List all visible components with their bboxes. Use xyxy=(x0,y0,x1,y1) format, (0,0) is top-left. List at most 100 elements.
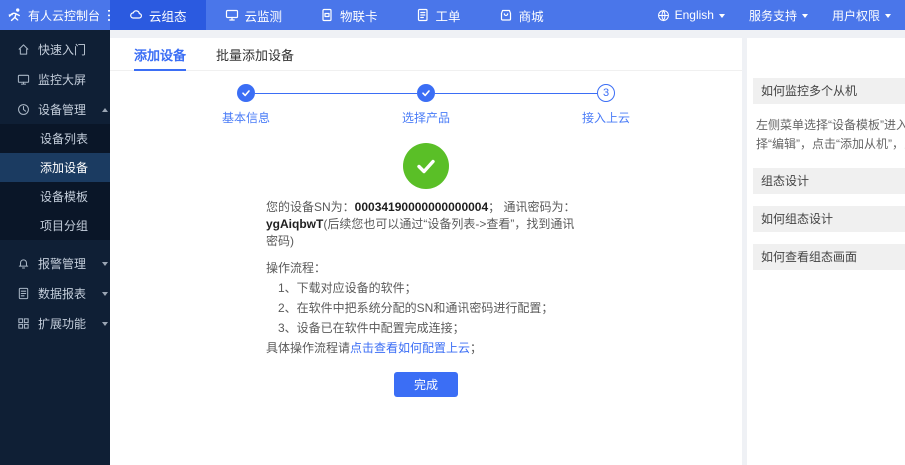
nav-item-iot-card[interactable]: 物联卡 xyxy=(301,0,397,30)
language-switcher[interactable]: English xyxy=(657,8,725,22)
step-number: 3 xyxy=(597,84,615,102)
header-right: English 服务支持 用户权限 xyxy=(657,7,905,24)
result-block: 您的设备SN为：00034190000000000004； 通讯密码为：ygAi… xyxy=(266,199,586,357)
nav-label: 商城 xyxy=(519,6,544,25)
chevron-down-icon xyxy=(802,14,808,18)
tab-label: 添加设备 xyxy=(134,45,186,64)
sidebar-item-label: 设备管理 xyxy=(38,101,86,118)
sidebar-subitem-label: 设备列表 xyxy=(40,130,88,147)
logo-runner-icon xyxy=(7,7,23,23)
store-icon xyxy=(499,8,513,22)
tab-label: 批量添加设备 xyxy=(216,45,294,64)
step-select-product: 选择产品 xyxy=(336,84,516,126)
support-label: 服务支持 xyxy=(749,7,797,24)
sidebar-item-quick-start[interactable]: 快速入门 xyxy=(0,34,110,64)
sidebar-item-label: 报警管理 xyxy=(38,255,86,272)
flow-step-2: 2、在软件中把系统分配的SN和通讯密码进行配置； xyxy=(266,300,586,317)
sidebar-item-device-management[interactable]: 设备管理 xyxy=(0,94,110,124)
app-root: 有人云控制台 云组态 xyxy=(0,0,905,465)
sidebar-item-monitor-screen[interactable]: 监控大屏 xyxy=(0,64,110,94)
step-connect-cloud: 3 接入上云 xyxy=(516,84,696,126)
detail-prefix: 具体操作流程请 xyxy=(266,341,350,355)
flow-step-3: 3、设备已在软件中配置完成连接； xyxy=(266,320,586,337)
detail-suffix: ； xyxy=(470,341,482,355)
sidebar-subitem-device-template[interactable]: 设备模板 xyxy=(0,182,110,211)
top-header: 有人云控制台 云组态 xyxy=(0,0,905,30)
report-icon xyxy=(17,287,30,300)
big-screen-icon xyxy=(17,73,30,86)
tab-batch-add-device[interactable]: 批量添加设备 xyxy=(216,38,294,70)
content-area: 添加设备 批量添加设备 基本信息 xyxy=(110,30,905,465)
nav-label: 云监测 xyxy=(245,6,283,25)
help-item-body: 左侧菜单选择“设备模板”进入设备模板列表，选择“编辑”，点击“添加从机”，即可添… xyxy=(753,116,905,168)
home-icon xyxy=(17,43,30,56)
step-label: 选择产品 xyxy=(336,109,516,126)
help-item-scada-design[interactable]: 组态设计 xyxy=(753,168,905,194)
device-management-submenu: 设备列表 添加设备 设备模板 项目分组 xyxy=(0,124,110,240)
config-guide-link[interactable]: 点击查看如何配置上云 xyxy=(350,341,470,355)
language-label: English xyxy=(675,8,714,22)
step-done-icon xyxy=(237,84,255,102)
step-done-icon xyxy=(417,84,435,102)
sn-value: 00034190000000000004 xyxy=(355,200,488,214)
success-check-icon xyxy=(403,143,449,189)
nav-item-cloud-monitor[interactable]: 云监测 xyxy=(206,0,302,30)
sn-line: 您的设备SN为：00034190000000000004； 通讯密码为：ygAi… xyxy=(266,199,586,250)
sidebar-subitem-label: 添加设备 xyxy=(40,159,88,176)
sidebar-item-label: 快速入门 xyxy=(38,41,86,58)
step-label: 接入上云 xyxy=(516,109,696,126)
chevron-down-icon xyxy=(885,14,891,18)
help-panel: 如何监控多个从机 左侧菜单选择“设备模板”进入设备模板列表，选择“编辑”，点击“… xyxy=(747,38,905,465)
sidebar-subitem-label: 项目分组 xyxy=(40,217,88,234)
service-support-menu[interactable]: 服务支持 xyxy=(749,7,808,24)
device-gauge-icon xyxy=(17,103,30,116)
sidebar-item-data-report[interactable]: 数据报表 xyxy=(0,278,110,308)
sim-card-icon xyxy=(320,8,334,22)
nav-label: 云组态 xyxy=(149,6,187,25)
step-label: 基本信息 xyxy=(156,109,336,126)
chevron-down-icon xyxy=(102,322,108,326)
sidebar: 快速入门 监控大屏 设备管理 设备列表 添 xyxy=(0,30,110,465)
stepper: 基本信息 选择产品 3 xyxy=(110,71,742,126)
chevron-down-icon xyxy=(102,262,108,266)
grid-apps-icon xyxy=(17,317,30,330)
brand-title: 有人云控制台 xyxy=(28,7,100,24)
tab-bar: 添加设备 批量添加设备 xyxy=(110,38,742,71)
step-basic-info: 基本信息 xyxy=(156,84,336,126)
nav-item-work-order[interactable]: 工单 xyxy=(397,0,480,30)
sidebar-subitem-add-device[interactable]: 添加设备 xyxy=(0,153,110,182)
finish-button[interactable]: 完成 xyxy=(394,372,458,397)
sn-label: 您的设备SN为： xyxy=(266,200,355,214)
account-label: 用户权限 xyxy=(832,7,880,24)
top-nav: 云组态 云监测 物联卡 xyxy=(110,0,563,30)
sidebar-item-extensions[interactable]: 扩展功能 xyxy=(0,308,110,338)
cloud-icon xyxy=(129,8,143,22)
globe-icon xyxy=(657,9,670,22)
sidebar-subitem-device-list[interactable]: 设备列表 xyxy=(0,124,110,153)
flow-title: 操作流程： xyxy=(266,260,586,277)
nav-item-mall[interactable]: 商城 xyxy=(480,0,563,30)
sidebar-item-label: 数据报表 xyxy=(38,285,86,302)
work-order-icon xyxy=(416,8,430,22)
user-permission-menu[interactable]: 用户权限 xyxy=(832,7,891,24)
monitor-icon xyxy=(225,8,239,22)
detail-line: 具体操作流程请点击查看如何配置上云； xyxy=(266,340,586,357)
sidebar-item-label: 监控大屏 xyxy=(38,71,86,88)
brand: 有人云控制台 xyxy=(0,7,110,24)
sidebar-subitem-project-group[interactable]: 项目分组 xyxy=(0,211,110,240)
help-item-monitor-slaves[interactable]: 如何监控多个从机 xyxy=(753,78,905,104)
nav-item-cloud-scada[interactable]: 云组态 xyxy=(110,0,206,30)
nav-label: 物联卡 xyxy=(340,6,378,25)
chevron-down-icon xyxy=(719,14,725,18)
pwd-value: ygAiqbwT xyxy=(266,217,323,231)
bell-icon xyxy=(17,257,30,270)
sidebar-item-label: 扩展功能 xyxy=(38,315,86,332)
nav-label: 工单 xyxy=(436,6,461,25)
sidebar-item-alarm-management[interactable]: 报警管理 xyxy=(0,248,110,278)
main-card: 添加设备 批量添加设备 基本信息 xyxy=(110,38,742,465)
tab-add-device[interactable]: 添加设备 xyxy=(134,38,186,70)
chevron-up-icon xyxy=(102,108,108,112)
help-item-how-scada-design[interactable]: 如何组态设计 xyxy=(753,206,905,232)
sidebar-subitem-label: 设备模板 xyxy=(40,188,88,205)
help-item-view-scada-screen[interactable]: 如何查看组态画面 xyxy=(753,244,905,270)
